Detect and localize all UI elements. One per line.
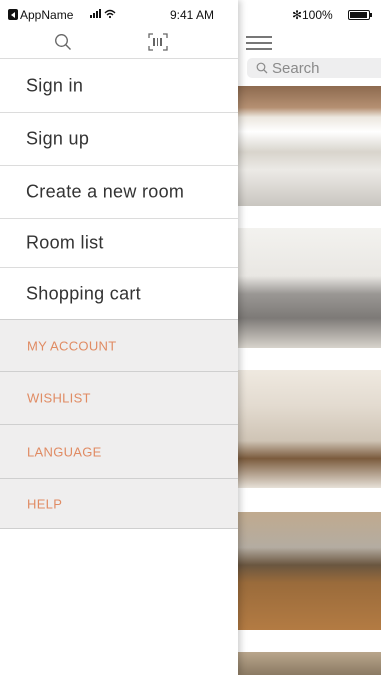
app-name: AppName <box>20 8 74 22</box>
section-item-wishlist[interactable]: WISHLIST <box>0 371 238 424</box>
search-bar[interactable] <box>247 58 381 78</box>
section-item-label: WISHLIST <box>27 390 91 406</box>
section-item-my-account[interactable]: MY ACCOUNT <box>0 319 238 371</box>
hallway-photo[interactable] <box>238 512 381 630</box>
menu-icon[interactable] <box>246 34 272 52</box>
signal-icon <box>90 8 120 22</box>
section-item-label: HELP <box>27 496 63 511</box>
menu-item-room-list[interactable]: Room list <box>0 218 238 267</box>
living-room-photo[interactable] <box>238 228 381 348</box>
menu-item-shopping-cart[interactable]: Shopping cart <box>0 267 238 319</box>
menu-item-label: Create a new room <box>26 181 185 202</box>
search-input[interactable] <box>268 58 378 78</box>
status-bar-left: AppName 9:41 AM <box>0 8 238 24</box>
scan-icon[interactable] <box>148 33 168 51</box>
back-icon[interactable] <box>8 9 18 20</box>
plant-photo[interactable] <box>238 652 381 675</box>
battery-percent: 100% <box>302 8 333 22</box>
navigation-drawer: AppName 9:41 AM Sign in Sign up Create a… <box>0 0 238 675</box>
search-icon[interactable] <box>54 33 72 51</box>
menu-item-label: Shopping cart <box>26 283 141 303</box>
menu-item-sign-up[interactable]: Sign up <box>0 112 238 165</box>
bedroom-photo[interactable] <box>238 86 381 206</box>
menu-item-label: Sign in <box>26 75 84 95</box>
menu-item-label: Sign up <box>26 128 90 149</box>
clock: 9:41 AM <box>170 8 215 22</box>
bluetooth-icon: ✻ <box>292 8 303 22</box>
dining-room-photo[interactable] <box>238 370 381 488</box>
section-item-label: MY ACCOUNT <box>27 338 117 353</box>
status-bar-right: ✻ 100% <box>238 8 381 24</box>
menu-item-create-room[interactable]: Create a new room <box>0 165 238 218</box>
section-item-label: LANGUAGE <box>27 444 102 459</box>
wifi-icon <box>90 9 116 19</box>
section-item-language[interactable]: LANGUAGE <box>0 424 238 478</box>
search-icon <box>256 62 268 74</box>
section-item-help[interactable]: HELP <box>0 478 238 528</box>
main-content: ✻ 100% <box>238 0 381 675</box>
divider <box>0 528 238 529</box>
menu-item-label: Room list <box>26 232 104 253</box>
battery-icon <box>348 10 372 20</box>
menu-item-sign-in[interactable]: Sign in <box>0 58 238 112</box>
